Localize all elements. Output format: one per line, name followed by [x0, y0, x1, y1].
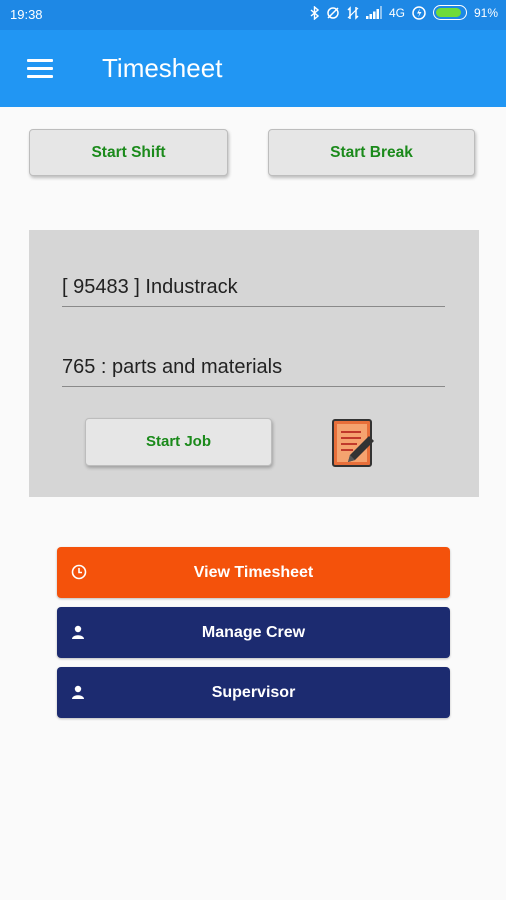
status-icons: 4G 91%: [310, 5, 498, 20]
supervisor-label: Supervisor: [211, 684, 296, 701]
data-transfer-icon: [347, 5, 359, 20]
start-shift-button[interactable]: Start Shift: [29, 129, 228, 176]
hamburger-menu-icon[interactable]: [27, 59, 53, 79]
manage-crew-button[interactable]: Manage Crew: [57, 607, 450, 658]
job-panel: [ 95483 ] Industrack 765 : parts and mat…: [29, 230, 479, 497]
view-timesheet-button[interactable]: View Timesheet: [57, 547, 450, 598]
bluetooth-icon: [310, 5, 319, 20]
battery-level: [435, 8, 462, 17]
signal-icon: [365, 6, 382, 19]
start-job-button[interactable]: Start Job: [85, 418, 272, 466]
start-break-button[interactable]: Start Break: [268, 129, 475, 176]
task-field[interactable]: 765 : parts and materials: [62, 356, 445, 387]
customer-field[interactable]: [ 95483 ] Industrack: [62, 276, 445, 307]
status-bar: 19:38 4G 91%: [0, 0, 506, 30]
battery-percent: 91%: [473, 5, 498, 20]
manage-crew-label: Manage Crew: [201, 624, 306, 641]
supervisor-button[interactable]: Supervisor: [57, 667, 450, 718]
sync-icon: [327, 6, 339, 19]
notepad-edit-icon[interactable]: [331, 418, 375, 468]
page-title: Timesheet: [102, 53, 223, 83]
app-bar: Timesheet: [0, 30, 506, 107]
task-value: 765 : parts and materials: [62, 356, 283, 378]
view-timesheet-label: View Timesheet: [193, 564, 314, 581]
start-break-label: Start Break: [330, 144, 413, 161]
charging-icon: [412, 5, 426, 20]
start-job-label: Start Job: [145, 433, 211, 450]
status-time: 19:38: [10, 7, 43, 22]
customer-value: [ 95483 ] Industrack: [62, 276, 238, 298]
network-type: 4G: [388, 5, 405, 20]
battery-icon: [432, 5, 467, 20]
start-shift-label: Start Shift: [91, 144, 166, 161]
